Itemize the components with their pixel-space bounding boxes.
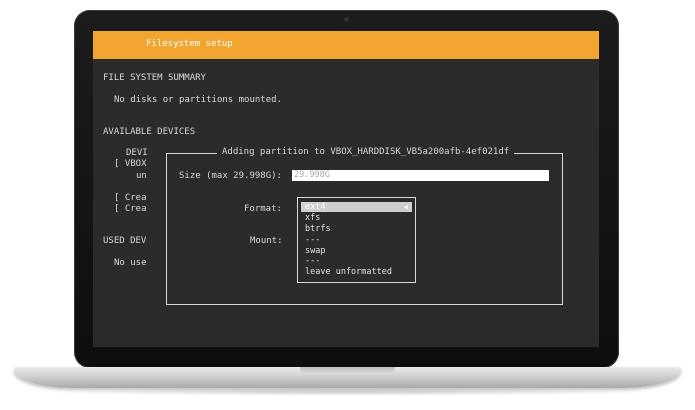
format-option-xfs[interactable]: xfs bbox=[301, 213, 412, 223]
installer-screen: Filesystem setup FILE SYSTEM SUMMARY No … bbox=[93, 31, 599, 347]
format-option-swap[interactable]: swap bbox=[301, 246, 412, 256]
format-label: Format: bbox=[244, 204, 282, 214]
summary-message: No disks or partitions mounted. bbox=[114, 95, 282, 105]
laptop-shadow bbox=[40, 388, 655, 396]
format-option-leave-unformatted[interactable]: leave unformatted bbox=[301, 267, 412, 277]
mount-label: Mount: bbox=[250, 236, 283, 246]
format-separator: --- bbox=[305, 256, 321, 266]
device-row-unused[interactable]: un bbox=[136, 171, 147, 181]
size-input[interactable] bbox=[292, 170, 549, 181]
summary-heading: FILE SYSTEM SUMMARY bbox=[103, 73, 206, 83]
used-devices-heading: USED DEV bbox=[103, 236, 147, 246]
format-dropdown[interactable]: ext4 ◀ xfs btrfs --- swap --- leave unfo… bbox=[297, 197, 416, 283]
caret-left-icon: ◀ bbox=[403, 203, 408, 211]
dialog-title: Adding partition to VBOX_HARDDISK_VB5a20… bbox=[217, 147, 515, 157]
laptop-notch bbox=[300, 367, 395, 374]
add-partition-dialog: Adding partition to VBOX_HARDDISK_VB5a20… bbox=[166, 147, 563, 305]
device-row-vbox[interactable]: [ VBOX bbox=[114, 159, 147, 169]
available-devices-heading: AVAILABLE DEVICES bbox=[103, 127, 196, 137]
camera-icon bbox=[344, 17, 349, 22]
format-option-label: ext4 bbox=[305, 202, 326, 212]
devices-column-header: DEVI bbox=[126, 148, 148, 158]
header-bar: Filesystem setup bbox=[93, 31, 599, 59]
used-devices-message: No use bbox=[114, 258, 147, 268]
format-separator: --- bbox=[305, 235, 321, 245]
create-action-1[interactable]: [ Crea bbox=[114, 193, 147, 203]
header-title: Filesystem setup bbox=[146, 39, 233, 49]
size-label: Size (max 29.998G): bbox=[179, 171, 282, 181]
format-option-btrfs[interactable]: btrfs bbox=[301, 224, 412, 234]
format-option-ext4[interactable]: ext4 ◀ bbox=[301, 202, 412, 212]
create-action-2[interactable]: [ Crea bbox=[114, 204, 147, 214]
